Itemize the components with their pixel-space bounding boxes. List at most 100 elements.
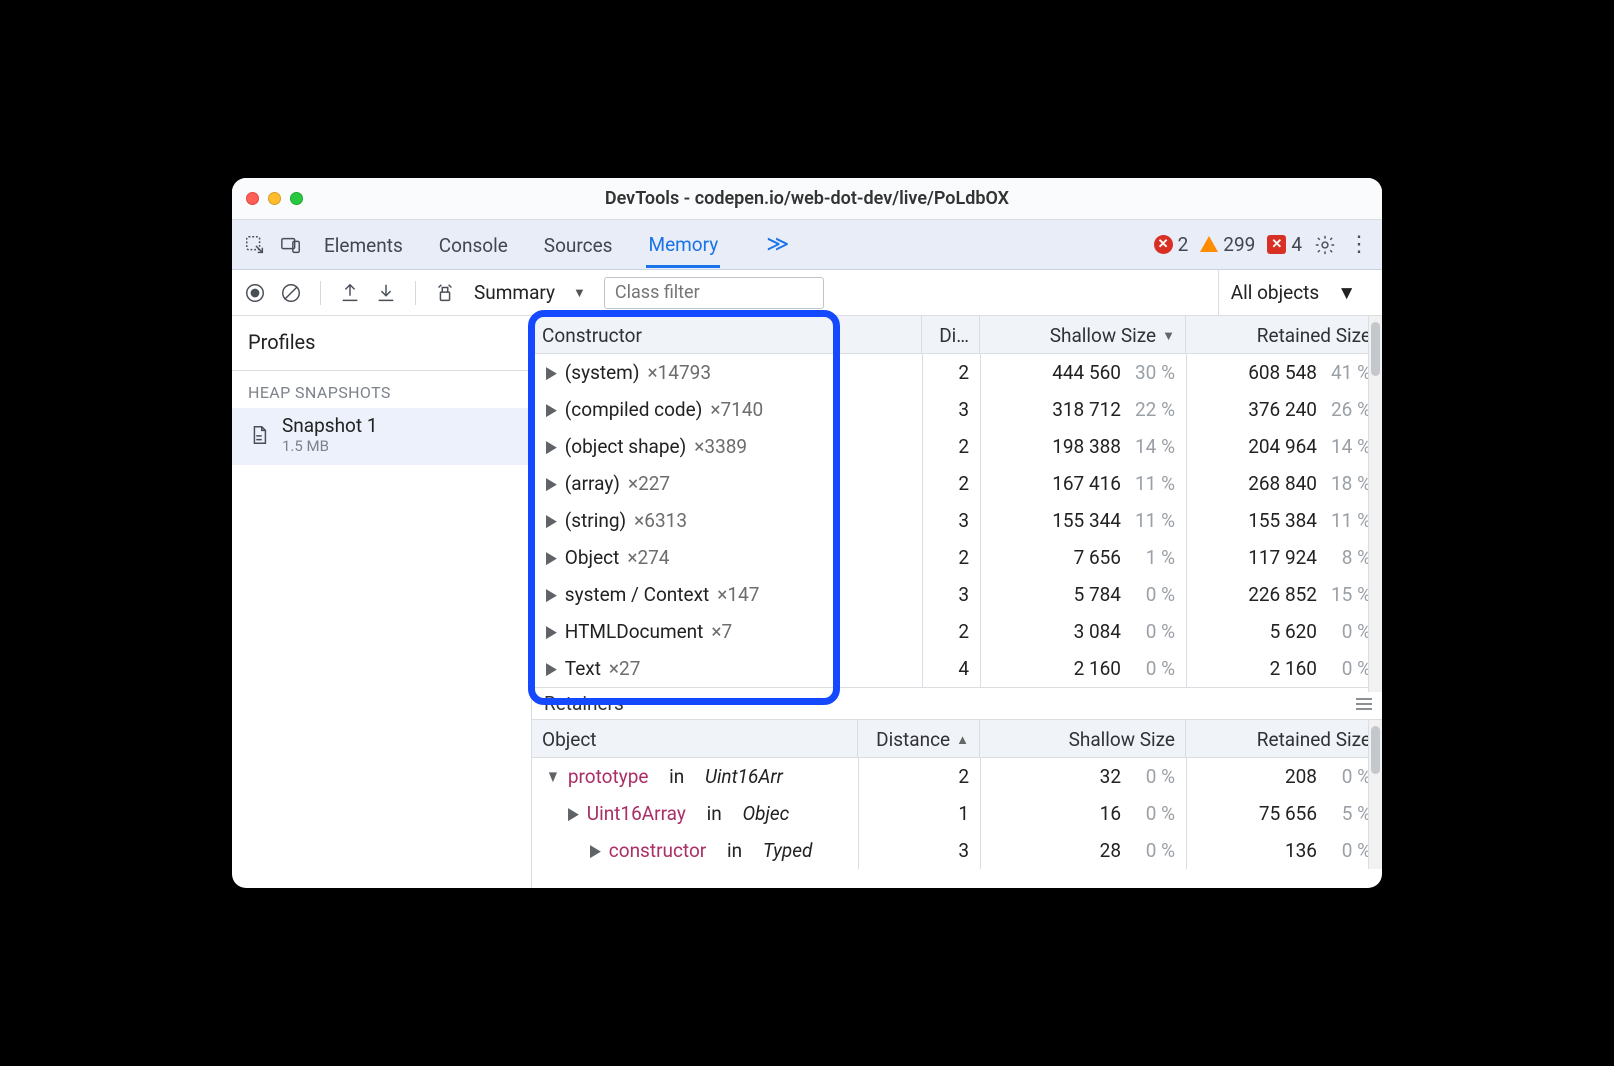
disclosure-icon: ▶ [546,400,557,419]
shallow-pct: 30 % [1131,361,1175,384]
distance-value: 1 [858,795,980,832]
panel-tabstrip: Elements Console Sources Memory ≫ ✕ 2 29… [232,220,1382,270]
shallow-value: 2 160 [1074,657,1121,680]
col-shallow[interactable]: Shallow Size▼ [980,316,1186,353]
table-row[interactable]: ▶system / Context×14735 7840 %226 85215 … [532,576,1382,613]
col-retained[interactable]: Retained Size [1186,720,1382,757]
window-title: DevTools - codepen.io/web-dot-dev/live/P… [232,188,1382,209]
property-name: prototype [568,765,649,788]
disclosure-icon: ▶ [546,659,557,678]
retained-value: 117 924 [1248,546,1317,569]
message-count[interactable]: ✕ 4 [1267,233,1302,256]
constructor-name: HTMLDocument [565,620,704,643]
record-icon[interactable] [244,282,266,304]
class-filter-input[interactable] [604,277,824,309]
heap-snapshots-label: HEAP SNAPSHOTS [232,371,531,408]
retained-value: 155 384 [1248,509,1317,532]
disclosure-icon: ▶ [546,622,557,641]
shallow-value: 32 [1100,765,1121,788]
shallow-value: 28 [1100,839,1121,862]
tab-sources[interactable]: Sources [542,222,615,267]
col-constructor[interactable]: Constructor [532,316,922,353]
tab-memory[interactable]: Memory [646,221,720,268]
retainer-row[interactable]: ▼prototype in Uint16Arr2320 %2080 % [532,758,1382,795]
retainer-row[interactable]: ▶Uint16Array in Objec1160 %75 6565 % [532,795,1382,832]
table-row[interactable]: ▶(compiled code)×71403318 71222 %376 240… [532,391,1382,428]
sort-desc-icon: ▼ [1162,328,1175,344]
distance-value: 2 [922,354,980,391]
warning-count[interactable]: 299 [1200,233,1255,256]
garbage-collect-icon[interactable] [434,282,456,304]
distance-value: 2 [922,465,980,502]
shallow-pct: 0 % [1131,583,1175,606]
message-icon: ✕ [1267,235,1286,254]
col-shallow[interactable]: Shallow Size [980,720,1186,757]
retained-pct: 15 % [1327,583,1371,606]
table-row[interactable]: ▶Text×2742 1600 %2 1600 % [532,650,1382,687]
scrollbar[interactable] [1368,720,1382,869]
table-row[interactable]: ▶(string)×63133155 34411 %155 38411 % [532,502,1382,539]
devtools-window: DevTools - codepen.io/web-dot-dev/live/P… [232,178,1382,888]
scrollbar-thumb[interactable] [1371,726,1380,774]
titlebar: DevTools - codepen.io/web-dot-dev/live/P… [232,178,1382,220]
retained-pct: 0 % [1327,657,1371,680]
constructor-name: (array) [565,472,620,495]
table-row[interactable]: ▶(array)×2272167 41611 %268 84018 % [532,465,1382,502]
more-tabs-icon[interactable]: ≫ [766,232,789,257]
retained-value: 376 240 [1248,398,1317,421]
snapshot-size: 1.5 MB [282,437,378,455]
table-row[interactable]: ▶(system)×147932444 56030 %608 54841 % [532,354,1382,391]
warning-value: 299 [1223,233,1255,256]
col-distance[interactable]: Distance▲ [858,720,980,757]
retained-pct: 41 % [1327,361,1371,384]
view-select-label: Summary [474,281,555,304]
scrollbar-thumb[interactable] [1371,322,1380,376]
retainers-table: Object Distance▲ Shallow Size Retained S… [532,720,1382,869]
property-name: Uint16Array [587,802,686,825]
settings-icon[interactable] [1314,234,1336,256]
objects-select[interactable]: All objects ▼ [1218,270,1370,315]
scrollbar[interactable] [1368,316,1382,692]
sidebar: Profiles HEAP SNAPSHOTS Snapshot 1 1.5 M… [232,316,532,888]
retained-value: 268 840 [1248,472,1317,495]
retained-value: 5 620 [1270,620,1317,643]
inspect-icon[interactable] [244,234,266,256]
snapshot-item[interactable]: Snapshot 1 1.5 MB [232,408,531,465]
tab-elements[interactable]: Elements [322,222,405,267]
retainers-menu-icon[interactable] [1356,698,1372,710]
view-select[interactable]: Summary ▼ [466,281,594,304]
tab-console[interactable]: Console [437,222,510,267]
chevron-down-icon: ▼ [1337,281,1356,305]
col-distance[interactable]: Di… [922,316,980,353]
error-icon: ✕ [1154,235,1173,254]
object-type: Objec [742,802,789,825]
table-header: Constructor Di… Shallow Size▼ Retained S… [532,316,1382,354]
clear-icon[interactable] [280,282,302,304]
more-menu-icon[interactable]: ⋮ [1348,234,1370,256]
shallow-value: 198 388 [1052,435,1121,458]
instance-count: ×14793 [647,361,711,384]
instance-count: ×27 [609,657,641,680]
col-retained[interactable]: Retained Size [1186,316,1382,353]
instance-count: ×7140 [710,398,763,421]
shallow-pct: 11 % [1131,509,1175,532]
snapshot-icon [248,424,270,446]
export-icon[interactable] [339,282,361,304]
retainer-row[interactable]: ▶constructor in Typed3280 %1360 % [532,832,1382,869]
table-row[interactable]: ▶Object×27427 6561 %117 9248 % [532,539,1382,576]
table-row[interactable]: ▶HTMLDocument×723 0840 %5 6200 % [532,613,1382,650]
shallow-pct: 0 % [1131,839,1175,862]
retainers-header: Retainers [532,687,1382,720]
error-count[interactable]: ✕ 2 [1154,233,1189,256]
device-toolbar-icon[interactable] [280,234,302,256]
profiles-heading: Profiles [232,316,531,371]
retained-pct: 8 % [1327,546,1371,569]
col-object[interactable]: Object [532,720,858,757]
import-icon[interactable] [375,282,397,304]
table-row[interactable]: ▶(object shape)×33892198 38814 %204 9641… [532,428,1382,465]
shallow-value: 318 712 [1052,398,1121,421]
retained-value: 136 [1285,839,1317,862]
shallow-pct: 22 % [1131,398,1175,421]
retained-pct: 26 % [1327,398,1371,421]
in-keyword: in [727,839,742,862]
